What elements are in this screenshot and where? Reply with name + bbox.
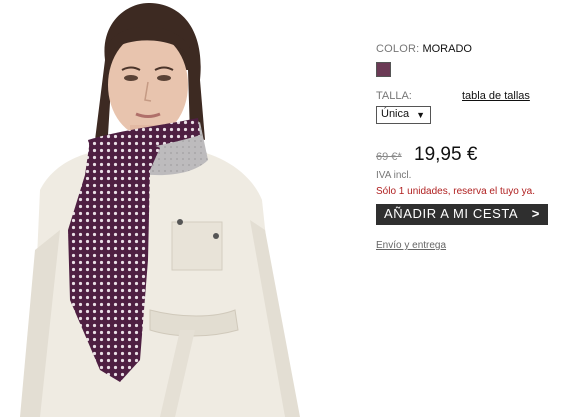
size-select-value: Única [381,108,410,120]
tax-note: IVA incl. [376,170,412,181]
color-value: MORADO [422,43,472,55]
size-select[interactable]: Única ▼ [376,106,431,124]
old-price: 69 €* [376,151,402,163]
chevron-right-icon: > [531,206,540,221]
size-label: TALLA: [376,90,412,102]
stock-warning: Sólo 1 unidades, reserva el tuyo ya. [376,186,535,197]
sale-price: 19,95 € [414,144,478,165]
color-swatch-morado[interactable] [376,62,391,77]
add-to-cart-label: AÑADIR A MI CESTA [384,206,519,221]
model-image [0,0,340,417]
add-to-cart-button[interactable]: AÑADIR A MI CESTA > [376,204,548,225]
size-guide-link[interactable]: tabla de tallas [462,90,530,102]
color-label: COLOR: [376,43,420,55]
product-photo [0,0,340,417]
shipping-info-link[interactable]: Envío y entrega [376,240,446,251]
color-row: COLOR: MORADO [376,43,472,55]
dropdown-arrow-icon: ▼ [416,110,425,120]
